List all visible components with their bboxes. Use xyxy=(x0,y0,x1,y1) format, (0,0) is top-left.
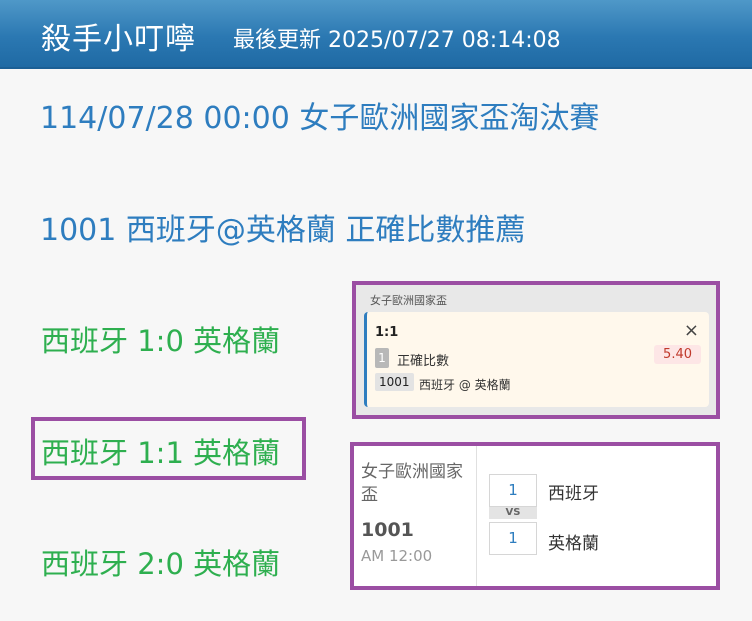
away-score-box[interactable]: 1 xyxy=(489,522,537,555)
match-card-code: 1001 xyxy=(361,519,414,541)
home-score-box[interactable]: 1 xyxy=(489,474,537,507)
last-updated: 最後更新 2025/07/27 08:14:08 xyxy=(233,28,561,53)
betslip-selection: 1:1 xyxy=(375,325,399,340)
top-header: 殺手小叮嚀 最後更新 2025/07/27 08:14:08 xyxy=(0,0,752,69)
odds-badge: 5.40 xyxy=(654,345,701,364)
home-team-name: 西班牙 xyxy=(548,484,599,504)
selection-number-badge: 1 xyxy=(375,348,389,368)
match-code-badge: 1001 xyxy=(375,373,414,391)
score-option-2: 西班牙 1:1 英格蘭 xyxy=(41,436,281,470)
betslip-card: 1:1 × 1 正確比數 5.40 1001 西班牙 @ 英格蘭 xyxy=(364,312,709,407)
betslip-league: 女子歐洲國家盃 xyxy=(370,294,447,307)
betslip-match: 西班牙 @ 英格蘭 xyxy=(419,378,511,392)
match-card-time: AM 12:00 xyxy=(361,547,433,565)
score-option-1: 西班牙 1:0 英格蘭 xyxy=(41,324,281,358)
close-icon[interactable]: × xyxy=(684,320,699,341)
card-divider xyxy=(476,446,477,586)
betslip-panel: 女子歐洲國家盃 1:1 × 1 正確比數 5.40 1001 西班牙 @ 英格蘭 xyxy=(352,281,720,419)
match-card: 女子歐洲國家盃 1001 AM 12:00 1 VS 1 西班牙 英格蘭 xyxy=(350,442,720,590)
vs-label: VS xyxy=(489,507,537,519)
match-card-league: 女子歐洲國家盃 xyxy=(361,462,463,505)
pick-heading: 1001 西班牙@英格蘭 正確比數推薦 xyxy=(40,213,526,248)
betslip-market: 正確比數 xyxy=(397,354,450,369)
app-title: 殺手小叮嚀 xyxy=(41,22,196,57)
score-option-3: 西班牙 2:0 英格蘭 xyxy=(41,547,281,581)
match-heading: 114/07/28 00:00 女子歐洲國家盃淘汰賽 xyxy=(40,101,600,136)
away-team-name: 英格蘭 xyxy=(548,534,599,554)
